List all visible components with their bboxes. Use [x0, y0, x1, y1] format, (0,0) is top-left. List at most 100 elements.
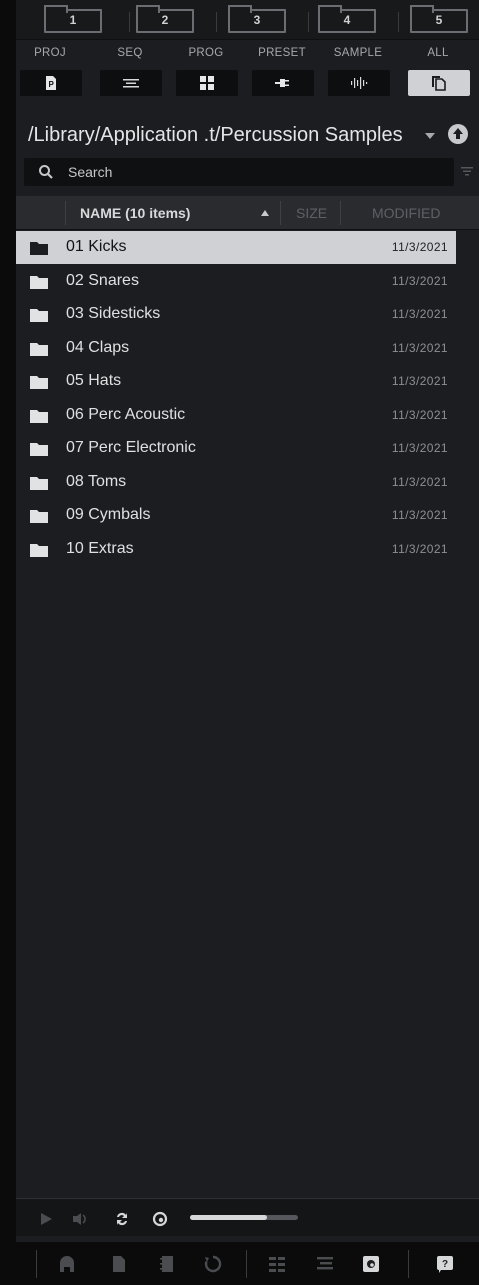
- preview-bar: [16, 1198, 479, 1236]
- project-file-icon[interactable]: [110, 1255, 128, 1273]
- list-item[interactable]: 09 Cymbals 11/3/2021: [16, 499, 456, 532]
- drum-icon[interactable]: [58, 1255, 76, 1273]
- tab-divider: [129, 12, 130, 32]
- help-icon[interactable]: ?: [436, 1255, 454, 1273]
- toolbar-divider: [408, 1250, 409, 1278]
- project-icon: P: [46, 76, 56, 90]
- location-tab-label: 2: [161, 13, 169, 27]
- toolbar-divider: [246, 1250, 247, 1278]
- list-item[interactable]: 05 Hats 11/3/2021: [16, 365, 456, 398]
- folder-icon: [30, 409, 48, 423]
- item-name: 03 Sidesticks: [66, 305, 161, 322]
- list-item[interactable]: 08 Toms 11/3/2021: [16, 466, 456, 499]
- left-rail: [0, 0, 16, 1285]
- all-files-icon: [432, 76, 446, 91]
- item-name: 09 Cymbals: [66, 506, 151, 523]
- filter-proj-button[interactable]: P: [20, 70, 82, 96]
- location-tab-label: 5: [435, 13, 443, 27]
- location-tab-label: 4: [343, 13, 351, 27]
- location-tab-2[interactable]: 2: [136, 5, 194, 33]
- filter-seq[interactable]: SEQ: [96, 44, 164, 96]
- filter-label: ALL: [427, 47, 449, 59]
- item-modified: 11/3/2021: [391, 340, 448, 355]
- list-item[interactable]: 10 Extras 11/3/2021: [16, 533, 456, 566]
- item-name: 04 Claps: [66, 338, 130, 356]
- folder-icon: [30, 443, 48, 456]
- loop-icon[interactable]: [114, 1211, 130, 1227]
- list-item[interactable]: 03 Sidesticks 11/3/2021: [16, 298, 456, 331]
- location-tab-1[interactable]: 1: [44, 5, 102, 33]
- item-name: 02 Snares: [66, 271, 139, 289]
- item-modified: 11/3/2021: [391, 240, 448, 254]
- path-dropdown-icon[interactable]: [424, 130, 436, 142]
- location-tab-4[interactable]: 4: [318, 5, 376, 33]
- filter-sample[interactable]: SAMPLE: [324, 44, 392, 96]
- folder-icon: [30, 543, 48, 557]
- program-icon: [200, 76, 214, 90]
- notebook-icon[interactable]: [158, 1255, 176, 1273]
- search-placeholder: Search: [68, 164, 113, 180]
- bottom-toolbar: ?: [16, 1242, 479, 1285]
- list-item[interactable]: 07 Perc Electronic 11/3/2021: [16, 432, 456, 465]
- sort-options-icon[interactable]: [460, 164, 474, 178]
- toolbar-divider: [36, 1250, 37, 1278]
- column-header: NAME (10 items) SIZE MODIFIED: [16, 196, 479, 230]
- folder-icon: [30, 342, 48, 356]
- tab-divider: [216, 12, 217, 32]
- folder-icon: [30, 309, 48, 322]
- tab-divider: [398, 12, 399, 32]
- sequence-icon: [123, 79, 139, 88]
- go-up-button[interactable]: [448, 124, 468, 144]
- list-item[interactable]: 04 Claps 11/3/2021: [16, 332, 456, 365]
- preset-plug-icon: [275, 79, 289, 87]
- filter-all-button[interactable]: [408, 70, 470, 96]
- column-modified[interactable]: MODIFIED: [372, 205, 440, 221]
- list-view-icon[interactable]: [316, 1255, 334, 1273]
- filter-all[interactable]: ALL: [404, 44, 472, 96]
- path-bar: /Library/Application .t/Percussion Sampl…: [16, 118, 479, 158]
- filter-preset-button[interactable]: [252, 70, 314, 96]
- location-tab-label: 1: [69, 13, 77, 27]
- column-name[interactable]: NAME (10 items): [80, 205, 190, 221]
- item-modified: 11/3/2021: [391, 273, 448, 288]
- item-modified: 11/3/2021: [391, 441, 448, 455]
- filter-label: PROJ: [34, 47, 66, 59]
- filter-proj[interactable]: PROJ P: [16, 44, 84, 96]
- list-item[interactable]: 02 Snares 11/3/2021: [16, 265, 456, 298]
- column-divider: [65, 201, 66, 225]
- search-input[interactable]: Search: [24, 158, 454, 186]
- location-tab-5[interactable]: 5: [410, 5, 468, 33]
- filter-label: PRESET: [258, 47, 306, 59]
- column-size[interactable]: SIZE: [296, 205, 327, 221]
- play-icon[interactable]: [38, 1211, 54, 1227]
- filter-label: SEQ: [117, 47, 143, 59]
- browser-panel: 1 2 3 4 5 PROJ P SEQ PROG PRESET SAMPLE …: [16, 0, 479, 1285]
- history-icon[interactable]: [204, 1255, 222, 1273]
- filter-sample-button[interactable]: [328, 70, 390, 96]
- folder-icon: [30, 242, 48, 255]
- browser-icon[interactable]: [362, 1255, 380, 1273]
- grid-view-icon[interactable]: [268, 1255, 286, 1273]
- search-icon: [39, 165, 53, 179]
- sort-ascending-icon: [261, 210, 269, 216]
- location-tab-3[interactable]: 3: [228, 5, 286, 33]
- item-modified: 11/3/2021: [391, 407, 448, 422]
- filter-preset[interactable]: PRESET: [248, 44, 316, 96]
- filter-seq-button[interactable]: [100, 70, 162, 96]
- filter-prog[interactable]: PROG: [172, 44, 240, 96]
- filter-prog-button[interactable]: [176, 70, 238, 96]
- item-name: 07 Perc Electronic: [66, 439, 196, 456]
- item-name: 06 Perc Acoustic: [66, 405, 186, 423]
- file-type-filters: PROJ P SEQ PROG PRESET SAMPLE ALL: [16, 44, 479, 108]
- item-name: 10 Extras: [66, 539, 134, 557]
- folder-icon: [30, 510, 48, 523]
- auto-preview-icon[interactable]: [152, 1211, 168, 1227]
- speaker-icon[interactable]: [72, 1211, 88, 1227]
- preview-volume-slider[interactable]: [190, 1215, 298, 1220]
- current-path[interactable]: /Library/Application .t/Percussion Sampl…: [28, 124, 403, 147]
- filter-label: PROG: [188, 47, 224, 59]
- list-item[interactable]: 01 Kicks 11/3/2021: [16, 231, 456, 264]
- list-item[interactable]: 06 Perc Acoustic 11/3/2021: [16, 399, 456, 432]
- location-tab-label: 3: [253, 13, 261, 27]
- folder-icon: [30, 376, 48, 389]
